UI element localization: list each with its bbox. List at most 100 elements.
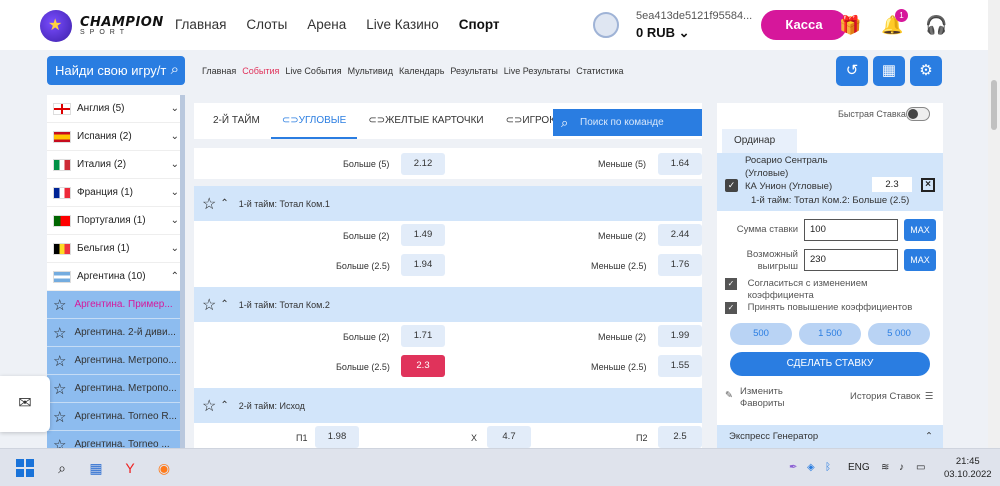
odd-button[interactable]: 4.7 (487, 426, 531, 448)
subnav-statistics[interactable]: Статистика (576, 66, 623, 76)
market-header[interactable]: ☆ ⌃ 1-й тайм: Тотал Ком.1 (194, 186, 702, 221)
country-portugal[interactable]: Португалия (1) ⌄ (47, 207, 185, 235)
league-item[interactable]: ☆ Аргентина. Пример... (47, 291, 185, 319)
odd-button[interactable]: 1.94 (401, 254, 445, 276)
odd-button[interactable]: 2.44 (658, 224, 702, 246)
country-argentina[interactable]: Аргентина (10) ⌃ (47, 263, 185, 291)
odd-button[interactable]: 1.98 (315, 426, 359, 448)
tab-corners[interactable]: ⊂⊃УГЛОВЫЕ (270, 103, 358, 139)
odd-button-selected[interactable]: 2.3 (401, 355, 445, 377)
nav-home[interactable]: Главная (175, 17, 226, 32)
mail-button[interactable]: ✉ (0, 376, 50, 432)
league-item[interactable]: ☆ Аргентина. Метропо... (47, 347, 185, 375)
settings-button[interactable]: ⚙ (910, 56, 942, 86)
subnav-calendar[interactable]: Календарь (399, 66, 444, 76)
tab-second-half[interactable]: 2-Й ТАЙМ (202, 103, 271, 139)
language-indicator[interactable]: ENG (848, 462, 870, 473)
fast-bet-toggle[interactable] (906, 107, 930, 121)
history-button[interactable]: ↺ (836, 56, 868, 86)
make-bet-button[interactable]: СДЕЛАТЬ СТАВКУ (730, 352, 930, 376)
express-generator[interactable]: Экспресс Генератор ⌃ (717, 425, 943, 448)
country-england[interactable]: Англия (5) ⌄ (47, 95, 185, 123)
star-icon[interactable]: ☆ (53, 324, 66, 342)
system-clock[interactable]: 21:45 03.10.2022 (944, 455, 992, 481)
gift-icon[interactable]: 🎁 (839, 14, 861, 36)
windows-start-icon[interactable] (16, 459, 34, 477)
star-icon[interactable]: ☆ (53, 380, 66, 398)
accept-change-option[interactable]: ✓ Согласиться с изменением коэффициента (725, 278, 868, 302)
champion-logo[interactable]: CHAMPION SPORT (40, 10, 164, 42)
calculator-button[interactable]: ▦ (873, 56, 905, 86)
speaker-icon[interactable]: ♪ (899, 462, 904, 473)
star-icon[interactable]: ☆ (202, 194, 216, 214)
checkbox-checked-icon[interactable]: ✓ (725, 302, 737, 314)
tab-ordinar[interactable]: Ординар (722, 129, 797, 153)
team-search-input[interactable]: ⌕ Поиск по команде (553, 109, 702, 136)
odd-button[interactable]: 1.64 (658, 153, 702, 175)
odd-button[interactable]: 1.99 (658, 325, 702, 347)
bluetooth-tray-icon[interactable]: ᛒ (825, 462, 831, 473)
nav-sport[interactable]: Спорт (459, 17, 500, 32)
max-win-button[interactable]: MAX (904, 249, 936, 271)
star-icon[interactable]: ☆ (202, 396, 216, 416)
yandex-browser-icon[interactable]: Y (120, 458, 140, 478)
game-search-input[interactable]: Найди свою игру/т ⌕ (47, 56, 185, 85)
odd-button[interactable]: 1.49 (401, 224, 445, 246)
odd-button[interactable]: 2.12 (401, 153, 445, 175)
shield-tray-icon[interactable]: ◈ (807, 462, 815, 473)
country-france[interactable]: Франция (1) ⌄ (47, 179, 185, 207)
subnav-live-results[interactable]: Live Результаты (504, 66, 570, 76)
odd-button[interactable]: 1.76 (658, 254, 702, 276)
firefox-icon[interactable]: ◉ (154, 458, 174, 478)
subnav-events[interactable]: События (242, 66, 279, 76)
preset-5000-button[interactable]: 5 000 (868, 323, 930, 345)
battery-icon[interactable]: ▭ (916, 462, 925, 473)
star-icon[interactable]: ☆ (53, 296, 66, 314)
account-avatar-icon[interactable] (593, 12, 619, 38)
star-icon[interactable]: ☆ (202, 295, 216, 315)
nav-arena[interactable]: Арена (307, 17, 346, 32)
feather-tray-icon[interactable]: ✒ (789, 462, 797, 473)
search-icon[interactable]: ⌕ (52, 458, 72, 478)
subnav-multiview[interactable]: Мультивид (348, 66, 393, 76)
league-item[interactable]: ☆ Аргентина. 2-й диви... (47, 319, 185, 347)
max-stake-button[interactable]: MAX (904, 219, 936, 241)
odd-button[interactable]: 1.71 (401, 325, 445, 347)
bet-history-link[interactable]: История Ставок ☰ (850, 391, 933, 402)
wifi-icon[interactable]: ≋ (881, 462, 889, 473)
odd-button[interactable]: 1.55 (658, 355, 702, 377)
logo-badge-icon (40, 10, 72, 42)
market-header[interactable]: ☆ ⌃ 2-й тайм: Исход (194, 388, 702, 423)
page-scrollbar[interactable] (988, 0, 1000, 448)
nav-live-casino[interactable]: Live Казино (366, 17, 438, 32)
left-list-scrollbar[interactable] (180, 95, 185, 450)
preset-500-button[interactable]: 500 (730, 323, 792, 345)
checkbox-checked-icon[interactable]: ✓ (725, 278, 737, 290)
country-belgium[interactable]: Бельгия (1) ⌄ (47, 235, 185, 263)
league-item[interactable]: ☆ Аргентина. Метропо... (47, 375, 185, 403)
star-icon[interactable]: ☆ (53, 352, 66, 370)
accept-increase-option[interactable]: ✓ Принять повышение коэффициентов (725, 302, 912, 314)
scrollbar-thumb[interactable] (991, 80, 997, 130)
league-item[interactable]: ☆ Аргентина. Torneo R... (47, 403, 185, 431)
bet-checkbox[interactable]: ✓ (725, 179, 738, 192)
calculator-icon[interactable]: ▦ (86, 458, 106, 478)
preset-1500-button[interactable]: 1 500 (799, 323, 861, 345)
search-icon[interactable]: ⌕ (171, 61, 179, 78)
win-input[interactable]: 230 (804, 249, 898, 271)
tab-yellow-cards[interactable]: ⊂⊃ЖЕЛТЫЕ КАРТОЧКИ (357, 103, 494, 139)
country-spain[interactable]: Испания (2) ⌄ (47, 123, 185, 151)
remove-bet-button[interactable]: × (921, 178, 935, 192)
cashier-button[interactable]: Касса (761, 10, 847, 40)
market-header[interactable]: ☆ ⌃ 1-й тайм: Тотал Ком.2 (194, 287, 702, 322)
stake-input[interactable]: 100 (804, 219, 898, 241)
subnav-live-events[interactable]: Live События (285, 66, 341, 76)
subnav-home[interactable]: Главная (202, 66, 236, 76)
subnav-results[interactable]: Результаты (450, 66, 497, 76)
nav-slots[interactable]: Слоты (246, 17, 287, 32)
odd-button[interactable]: 2.5 (658, 426, 702, 448)
country-italy[interactable]: Италия (2) ⌄ (47, 151, 185, 179)
headset-icon[interactable]: 🎧 (925, 14, 947, 36)
star-icon[interactable]: ☆ (53, 408, 66, 426)
account-balance[interactable]: 0 RUB ⌄ (636, 25, 690, 41)
